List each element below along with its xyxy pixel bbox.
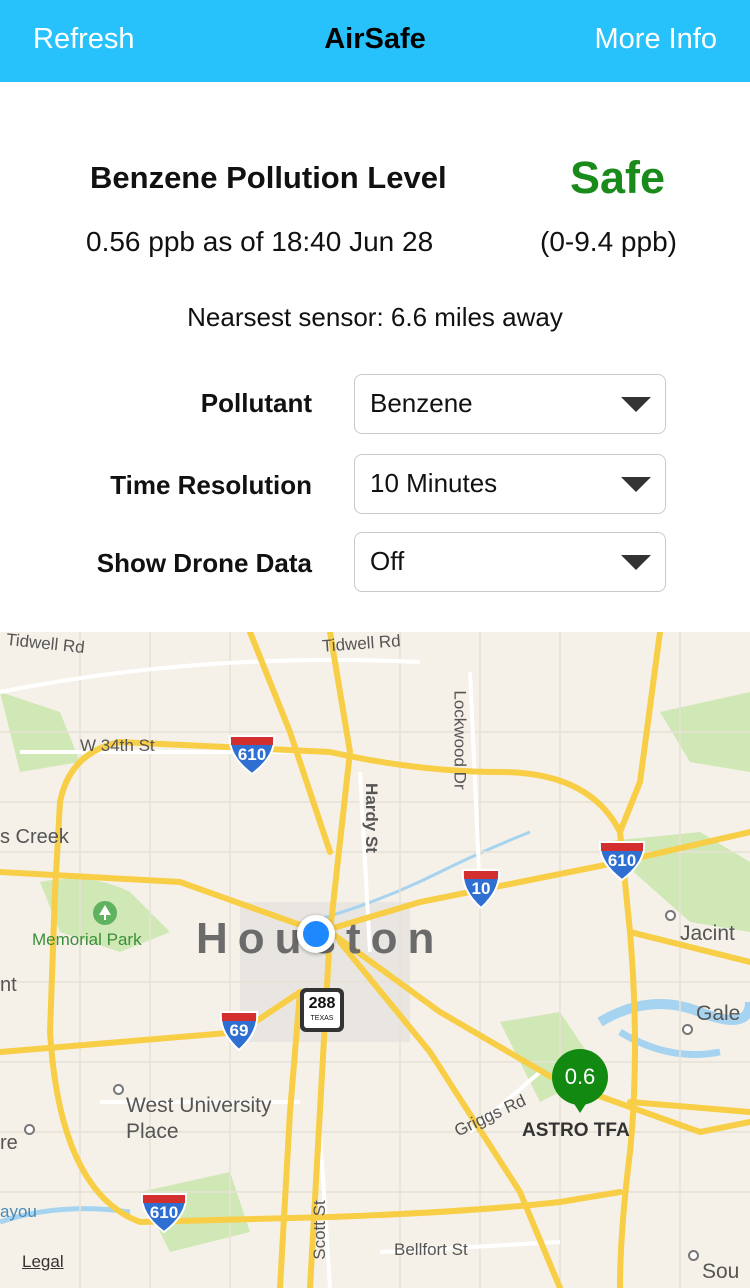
user-location-dot[interactable] <box>297 915 335 953</box>
shield-number: 288 <box>308 995 336 1012</box>
texas-288-shield: 288 TEXAS <box>300 988 344 1032</box>
map-label-bellfort: Bellfort St <box>394 1240 468 1259</box>
sensor-name-label: ASTRO TFA <box>522 1120 630 1141</box>
status-badge: Safe <box>569 152 666 203</box>
map-label-west-university: West University <box>126 1094 272 1117</box>
time-resolution-label: Time Resolution <box>110 470 312 500</box>
pollutant-label: Pollutant <box>200 388 312 418</box>
map-label-jacinto: Jacint <box>680 922 735 945</box>
interstate-610-south-shield: 610 <box>138 1192 190 1234</box>
map-label-bayou: ayou <box>0 1202 37 1221</box>
pollutant-value: Benzene <box>370 388 473 418</box>
map-label-edge-re: re <box>0 1132 18 1154</box>
drone-data-value: Off <box>370 546 405 576</box>
map-label-edge-nt: nt <box>0 974 17 996</box>
time-resolution-value: 10 Minutes <box>370 468 498 498</box>
sensor-marker-tail <box>571 1099 589 1113</box>
shield-subtitle: TEXAS <box>310 1015 334 1022</box>
app-title: AirSafe <box>324 23 426 55</box>
legal-link[interactable]: Legal <box>22 1252 64 1272</box>
poi-marker <box>682 1024 693 1035</box>
map-label-west-university-place: Place <box>126 1120 179 1143</box>
dropdown-caret-icon <box>621 555 651 570</box>
interstate-69-shield: 69 <box>218 1010 260 1052</box>
safe-range: (0-9.4 ppb) <box>540 226 677 257</box>
drone-data-label: Show Drone Data <box>96 548 312 578</box>
dropdown-caret-icon <box>621 397 651 412</box>
nearest-sensor-text: Nearsest sensor: 6.6 miles away <box>187 302 563 332</box>
sensor-marker[interactable]: 0.6 <box>552 1049 608 1105</box>
pollutant-select[interactable]: Benzene <box>354 374 666 434</box>
time-resolution-select[interactable]: 10 Minutes <box>354 454 666 514</box>
pollution-level-title: Benzene Pollution Level <box>90 160 447 195</box>
refresh-button[interactable]: Refresh <box>33 20 135 58</box>
map-label-w34th: W 34th St <box>80 736 155 755</box>
current-reading: 0.56 ppb as of 18:40 Jun 28 <box>86 226 434 257</box>
interstate-10-shield: 10 <box>460 868 502 910</box>
more-info-button[interactable]: More Info <box>595 20 718 58</box>
map-label-south: Sou <box>702 1260 740 1283</box>
map-label-hardy: Hardy St <box>361 783 381 853</box>
map-view[interactable]: Tidwell Rd Tidwell Rd W 34th St Lockwood… <box>0 632 750 1288</box>
shield-number: 10 <box>471 879 491 898</box>
shield-number: 610 <box>607 851 637 870</box>
poi-marker <box>688 1250 699 1261</box>
poi-marker <box>24 1124 35 1135</box>
map-label-scott: Scott St <box>309 1200 329 1260</box>
interstate-610-east-shield: 610 <box>596 840 648 882</box>
nav-bar: Refresh AirSafe More Info <box>0 0 750 82</box>
interstate-610-north-shield: 610 <box>226 734 278 776</box>
shield-number: 610 <box>149 1203 179 1222</box>
poi-marker <box>113 1084 124 1095</box>
shield-number: 69 <box>229 1021 249 1040</box>
park-icon <box>93 901 117 925</box>
drone-data-select[interactable]: Off <box>354 532 666 592</box>
map-label-galena: Gale <box>696 1002 741 1025</box>
dropdown-caret-icon <box>621 477 651 492</box>
map-label-memorial-park: Memorial Park <box>32 930 142 949</box>
map-label-lockwood: Lockwood Dr <box>450 690 470 790</box>
poi-marker <box>665 910 676 921</box>
shield-number: 610 <box>237 745 267 764</box>
map-label-creek: s Creek <box>0 826 69 848</box>
